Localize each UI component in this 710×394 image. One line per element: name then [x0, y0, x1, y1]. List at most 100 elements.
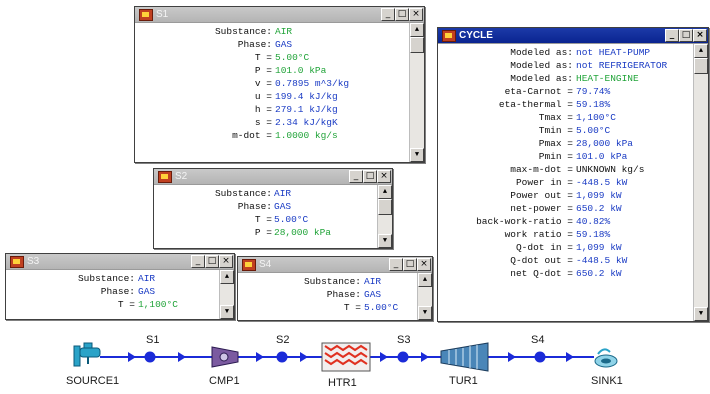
- property-value[interactable]: not REFRIGERATOR: [576, 59, 667, 72]
- s4-window[interactable]: S4 _ □ × Substance: AIR Phase: GAS T = 5.00°C…: [237, 256, 433, 321]
- cycle-scrollbar[interactable]: ▲ ▼: [693, 44, 708, 321]
- cycle-results: Modeled as: not HEAT-PUMP Modeled as: not R…: [438, 44, 693, 321]
- property-value[interactable]: 1,100°C: [138, 298, 178, 311]
- property-value[interactable]: 650.2 kW: [576, 267, 622, 280]
- property-value[interactable]: HEAT-ENGINE: [576, 72, 639, 85]
- scroll-up-icon[interactable]: ▲: [694, 44, 708, 58]
- property-row: Phase: GAS: [238, 288, 417, 301]
- s1-scrollbar[interactable]: ▲ ▼: [409, 23, 424, 162]
- minimize-button[interactable]: _: [665, 29, 679, 42]
- property-value[interactable]: not HEAT-PUMP: [576, 46, 650, 59]
- property-value[interactable]: 5.00°C: [274, 213, 308, 226]
- s2-scrollbar[interactable]: ▲ ▼: [377, 185, 392, 248]
- scroll-thumb[interactable]: [410, 37, 424, 53]
- property-value[interactable]: GAS: [274, 200, 291, 213]
- property-value[interactable]: 1,099 kW: [576, 189, 622, 202]
- property-value[interactable]: -448.5 kW: [576, 254, 627, 267]
- cycle-titlebar[interactable]: CYCLE _ □ ×: [438, 28, 708, 44]
- s3-scrollbar[interactable]: ▲ ▼: [219, 270, 234, 319]
- property-value[interactable]: 5.00°C: [275, 51, 309, 64]
- scroll-up-icon[interactable]: ▲: [378, 185, 392, 199]
- maximize-button[interactable]: □: [395, 8, 409, 21]
- s2-window[interactable]: S2 _ □ × Substance: AIR Phase: GAS T = 5.00°C…: [153, 168, 393, 249]
- scroll-thumb[interactable]: [694, 58, 708, 74]
- property-value[interactable]: GAS: [138, 285, 155, 298]
- property-label: Q-dot out =: [510, 255, 573, 266]
- maximize-button[interactable]: □: [403, 258, 417, 271]
- property-value[interactable]: 5.00°C: [576, 124, 610, 137]
- property-value[interactable]: 28,000 kPa: [576, 137, 633, 150]
- property-value[interactable]: 1,099 kW: [576, 241, 622, 254]
- scroll-up-icon[interactable]: ▲: [418, 273, 432, 287]
- scroll-down-icon[interactable]: ▼: [418, 306, 432, 320]
- cycle-window[interactable]: CYCLE _ □ × Modeled as: not HEAT-PUMP Mode…: [437, 27, 709, 322]
- property-value[interactable]: 40.82%: [576, 215, 610, 228]
- source-faucet-icon[interactable]: [73, 342, 101, 367]
- property-value[interactable]: 2.34 kJ/kgK: [275, 116, 338, 129]
- property-label: eta-Carnot =: [504, 86, 573, 97]
- s4-titlebar[interactable]: S4 _ □ ×: [238, 257, 432, 273]
- property-row: P = 28,000 kPa: [154, 226, 377, 239]
- close-button[interactable]: ×: [417, 258, 431, 271]
- s1-titlebar[interactable]: S1 _ □ ×: [135, 7, 424, 23]
- property-label: Tmax =: [538, 112, 573, 123]
- property-value[interactable]: 101.0 kPa: [275, 64, 326, 77]
- property-value[interactable]: 28,000 kPa: [274, 226, 331, 239]
- property-value[interactable]: AIR: [275, 25, 292, 38]
- close-button[interactable]: ×: [219, 255, 233, 268]
- s3-titlebar[interactable]: S3 _ □ ×: [6, 254, 234, 270]
- property-value[interactable]: AIR: [274, 187, 291, 200]
- close-button[interactable]: ×: [409, 8, 423, 21]
- s2-titlebar[interactable]: S2 _ □ ×: [154, 169, 392, 185]
- maximize-button[interactable]: □: [679, 29, 693, 42]
- compressor-icon[interactable]: [211, 346, 239, 368]
- close-button[interactable]: ×: [377, 170, 391, 183]
- stream-node-s3[interactable]: [380, 351, 429, 363]
- minimize-button[interactable]: _: [389, 258, 403, 271]
- minimize-button[interactable]: _: [191, 255, 205, 268]
- close-button[interactable]: ×: [693, 29, 707, 42]
- scroll-down-icon[interactable]: ▼: [410, 148, 424, 162]
- property-value[interactable]: AIR: [364, 275, 381, 288]
- property-value[interactable]: GAS: [275, 38, 292, 51]
- maximize-button[interactable]: □: [363, 170, 377, 183]
- stream-node-s4[interactable]: [508, 351, 574, 363]
- stream-node-s1[interactable]: [128, 351, 186, 363]
- scroll-down-icon[interactable]: ▼: [220, 305, 234, 319]
- property-value[interactable]: 650.2 kW: [576, 202, 622, 215]
- maximize-button[interactable]: □: [205, 255, 219, 268]
- s2-title: S2: [175, 171, 188, 182]
- property-value[interactable]: 59.18%: [576, 98, 610, 111]
- property-label: max-m-dot =: [510, 164, 573, 175]
- property-value[interactable]: GAS: [364, 288, 381, 301]
- property-value[interactable]: 59.18%: [576, 228, 610, 241]
- minimize-button[interactable]: _: [349, 170, 363, 183]
- scroll-up-icon[interactable]: ▲: [410, 23, 424, 37]
- stream-node-s2[interactable]: [256, 351, 308, 363]
- property-value[interactable]: 199.4 kJ/kg: [275, 90, 338, 103]
- s4-scrollbar[interactable]: ▲ ▼: [417, 273, 432, 320]
- scroll-up-icon[interactable]: ▲: [220, 270, 234, 284]
- scroll-down-icon[interactable]: ▼: [378, 234, 392, 248]
- turbine-icon[interactable]: [440, 342, 489, 372]
- property-value[interactable]: 0.7895 m^3/kg: [275, 77, 349, 90]
- property-label: Substance:: [214, 188, 272, 199]
- property-value[interactable]: AIR: [138, 272, 155, 285]
- property-value[interactable]: -448.5 kW: [576, 176, 627, 189]
- property-value[interactable]: UNKNOWN kg/s: [576, 163, 644, 176]
- property-value[interactable]: 5.00°C: [364, 301, 398, 314]
- property-value[interactable]: 79.74%: [576, 85, 610, 98]
- minimize-button[interactable]: _: [381, 8, 395, 21]
- property-row: Substance: AIR: [6, 272, 219, 285]
- scroll-down-icon[interactable]: ▼: [694, 307, 708, 321]
- s3-window[interactable]: S3 _ □ × Substance: AIR Phase: GAS T = 1,100°…: [5, 253, 235, 320]
- property-value[interactable]: 279.1 kJ/kg: [275, 103, 338, 116]
- scroll-thumb[interactable]: [378, 199, 392, 215]
- property-value[interactable]: 1.0000 kg/s: [275, 129, 338, 142]
- sink-drain-icon[interactable]: [594, 348, 618, 368]
- heater-icon[interactable]: [321, 342, 371, 372]
- property-row: Modeled as: not REFRIGERATOR: [438, 59, 693, 72]
- s1-window[interactable]: S1 _ □ × Substance: AIR Phase: GAS T = 5.00°C…: [134, 6, 425, 163]
- property-value[interactable]: 1,100°C: [576, 111, 616, 124]
- property-value[interactable]: 101.0 kPa: [576, 150, 627, 163]
